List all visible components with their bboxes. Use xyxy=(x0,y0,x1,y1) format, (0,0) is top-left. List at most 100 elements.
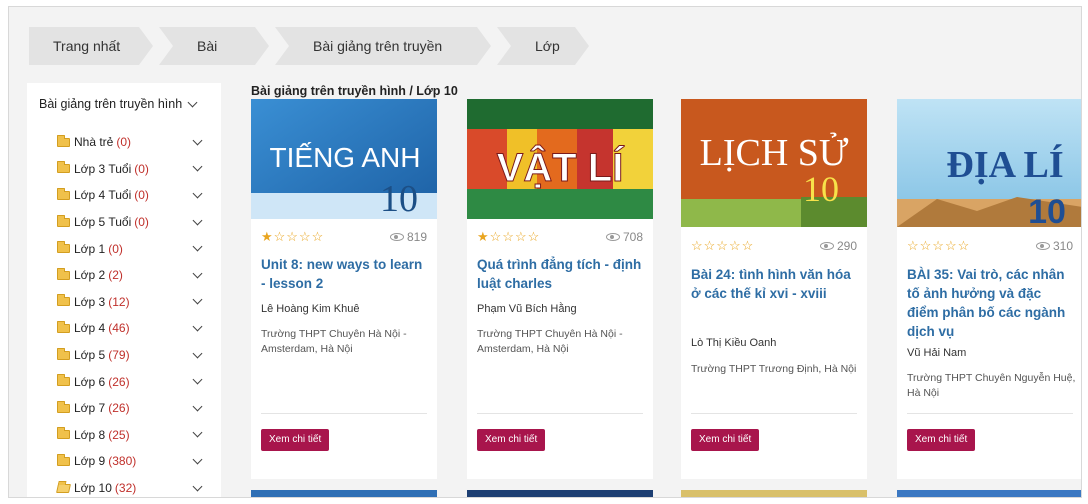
view-count: 290 xyxy=(819,239,857,253)
sidebar-item-lop-3-tuoi[interactable]: Lớp 3 Tuổi (0) xyxy=(57,156,209,183)
folder-icon xyxy=(57,427,70,440)
chevron-down-icon[interactable] xyxy=(192,294,203,305)
chevron-down-icon xyxy=(187,97,198,107)
folder-icon xyxy=(57,294,70,307)
sidebar-item-count: (0) xyxy=(134,161,149,176)
next-card-cover[interactable] xyxy=(251,490,437,497)
card-school: Trường THPT Trương Định, Hà Nội xyxy=(691,363,857,375)
sidebar-item-label: Lớp 4 Tuổi xyxy=(74,188,132,203)
view-detail-button[interactable]: Xem chi tiết xyxy=(907,429,976,451)
sidebar-heading[interactable]: Bài giảng trên truyền hình xyxy=(39,97,198,111)
book-cover-tieng-anh[interactable]: TIẾNG ANH 10 xyxy=(251,99,437,219)
card-title-link[interactable]: BÀI 35: Vai trò, các nhân tố ảnh hưởng v… xyxy=(907,265,1075,341)
chevron-down-icon[interactable] xyxy=(192,454,203,465)
chevron-down-icon[interactable] xyxy=(192,241,203,252)
view-count: 310 xyxy=(1035,239,1073,253)
card-author: Vũ Hải Nam xyxy=(907,347,967,359)
sidebar-item-label: Lớp 4 xyxy=(74,321,106,336)
view-count: 819 xyxy=(389,230,427,244)
folder-icon xyxy=(57,134,70,147)
view-detail-button[interactable]: Xem chi tiết xyxy=(691,429,760,451)
breadcrumb-bai-giang[interactable]: Bài Giảng xyxy=(159,27,269,65)
sidebar-item-count: (46) xyxy=(108,321,130,336)
folder-icon xyxy=(57,187,70,200)
chevron-down-icon[interactable] xyxy=(192,401,203,412)
book-cover-dia-li[interactable]: ĐỊA LÍ 10 xyxy=(897,99,1081,227)
sidebar-item-lop-4[interactable]: Lớp 4 (46) xyxy=(57,315,209,342)
cover-title: ĐỊA LÍ xyxy=(946,144,1063,186)
sidebar-item-lop-3[interactable]: Lớp 3 (12) xyxy=(57,289,209,316)
sidebar-item-label: Nhà trẻ xyxy=(74,135,114,150)
breadcrumb-home[interactable]: Trang nhất xyxy=(29,27,153,65)
card-author: Lò Thị Kiều Oanh xyxy=(691,337,777,349)
folder-icon xyxy=(57,453,70,466)
rating-stars: ★☆☆☆☆ xyxy=(261,229,325,244)
sidebar-item-count: (26) xyxy=(108,374,130,389)
breadcrumb-lop-10[interactable]: Lớp 10 xyxy=(497,27,589,65)
eye-icon xyxy=(605,233,620,241)
folder-icon xyxy=(57,214,70,227)
folder-icon xyxy=(57,267,70,280)
cover-title: VẬT LÍ xyxy=(497,144,625,190)
sidebar-item-lop-4-tuoi[interactable]: Lớp 4 Tuổi (0) xyxy=(57,182,209,209)
sidebar-item-lop-8[interactable]: Lớp 8 (25) xyxy=(57,422,209,449)
folder-icon xyxy=(57,320,70,333)
chevron-down-icon[interactable] xyxy=(192,374,203,385)
sidebar-item-label: Lớp 2 xyxy=(74,268,106,283)
book-cover-vat-li[interactable]: VẬT LÍ xyxy=(467,99,653,219)
sidebar-item-count: (2) xyxy=(108,268,123,283)
chevron-down-icon[interactable] xyxy=(192,188,203,199)
sidebar-item-lop-9[interactable]: Lớp 9 (380) xyxy=(57,448,209,475)
sidebar-item-label: Lớp 8 xyxy=(74,427,106,442)
folder-icon xyxy=(57,347,70,360)
sidebar-item-nha-tre[interactable]: Nhà trẻ (0) xyxy=(57,129,209,156)
chevron-down-icon[interactable] xyxy=(192,321,203,332)
view-detail-button[interactable]: Xem chi tiết xyxy=(261,429,330,451)
card-title-link[interactable]: Unit 8: new ways to learn - lesson 2 xyxy=(261,255,429,293)
sidebar-item-label: Lớp 9 xyxy=(74,454,106,469)
view-count-value: 290 xyxy=(836,239,857,253)
book-cover-lich-su[interactable]: LỊCH SỬ 10 xyxy=(681,99,867,227)
sidebar-item-label: Lớp 7 xyxy=(74,401,106,416)
next-card-cover[interactable] xyxy=(897,490,1081,497)
next-card-cover[interactable] xyxy=(467,490,653,497)
chevron-down-icon[interactable] xyxy=(192,427,203,438)
sidebar-item-lop-1[interactable]: Lớp 1 (0) xyxy=(57,235,209,262)
sidebar-item-lop-7[interactable]: Lớp 7 (26) xyxy=(57,395,209,422)
lesson-card[interactable]: LỊCH SỬ 10 ☆☆☆☆☆ 290 Bài 24: tình hình v… xyxy=(681,99,867,479)
page-frame: Trang nhất Bài Giảng Bài giảng trên truy… xyxy=(8,6,1082,498)
sidebar-item-lop-2[interactable]: Lớp 2 (2) xyxy=(57,262,209,289)
chevron-down-icon[interactable] xyxy=(192,135,203,146)
cover-title: LỊCH SỬ xyxy=(700,131,849,174)
sidebar-item-label: Lớp 1 xyxy=(74,241,106,256)
sidebar-item-count: (26) xyxy=(108,401,130,416)
eye-icon xyxy=(819,242,834,250)
card-title-link[interactable]: Bài 24: tình hình văn hóa ở các thế kỉ x… xyxy=(691,265,859,303)
rating-stars: ☆☆☆☆☆ xyxy=(907,238,971,253)
sidebar-item-lop-10[interactable]: Lớp 10 (32) xyxy=(56,475,209,497)
chevron-down-icon[interactable] xyxy=(192,161,203,172)
lesson-card[interactable]: ĐỊA LÍ 10 ☆☆☆☆☆ 310 BÀI 35: Vai trò, các… xyxy=(897,99,1081,479)
view-detail-button[interactable]: Xem chi tiết xyxy=(477,429,546,451)
breadcrumb-truyen-hinh[interactable]: Bài giảng trên truyền hình xyxy=(275,27,491,65)
next-card-cover[interactable] xyxy=(681,490,867,497)
chevron-down-icon[interactable] xyxy=(192,268,203,279)
card-title-link[interactable]: Quá trình đẳng tích - định luật charles xyxy=(477,255,645,293)
sidebar-item-label: Lớp 10 xyxy=(74,481,112,496)
chevron-down-icon[interactable] xyxy=(192,215,203,226)
sidebar: Bài giảng trên truyền hình Nhà trẻ (0) Lớ… xyxy=(27,83,221,497)
eye-icon xyxy=(1035,242,1050,250)
chevron-down-icon[interactable] xyxy=(192,481,203,491)
sidebar-item-lop-5-tuoi[interactable]: Lớp 5 Tuổi (0) xyxy=(57,209,209,236)
chevron-down-icon[interactable] xyxy=(192,348,203,358)
page-title: Bài giảng trên truyền hình / Lớp 10 xyxy=(251,84,458,98)
sidebar-item-lop-5[interactable]: Lớp 5 (79) xyxy=(57,342,209,369)
sidebar-item-lop-6[interactable]: Lớp 6 (26) xyxy=(57,368,209,395)
sidebar-item-count: (25) xyxy=(108,427,130,442)
lesson-card[interactable]: TIẾNG ANH 10 ★☆☆☆☆ 819 Unit 8: new ways … xyxy=(251,99,437,479)
sidebar-item-count: (12) xyxy=(108,294,130,309)
eye-icon xyxy=(389,233,404,241)
view-count: 708 xyxy=(605,230,643,244)
lesson-card[interactable]: VẬT LÍ ★☆☆☆☆ 708 Quá trình đẳng tích - đ… xyxy=(467,99,653,479)
sidebar-item-label: Lớp 5 Tuổi xyxy=(74,215,132,230)
